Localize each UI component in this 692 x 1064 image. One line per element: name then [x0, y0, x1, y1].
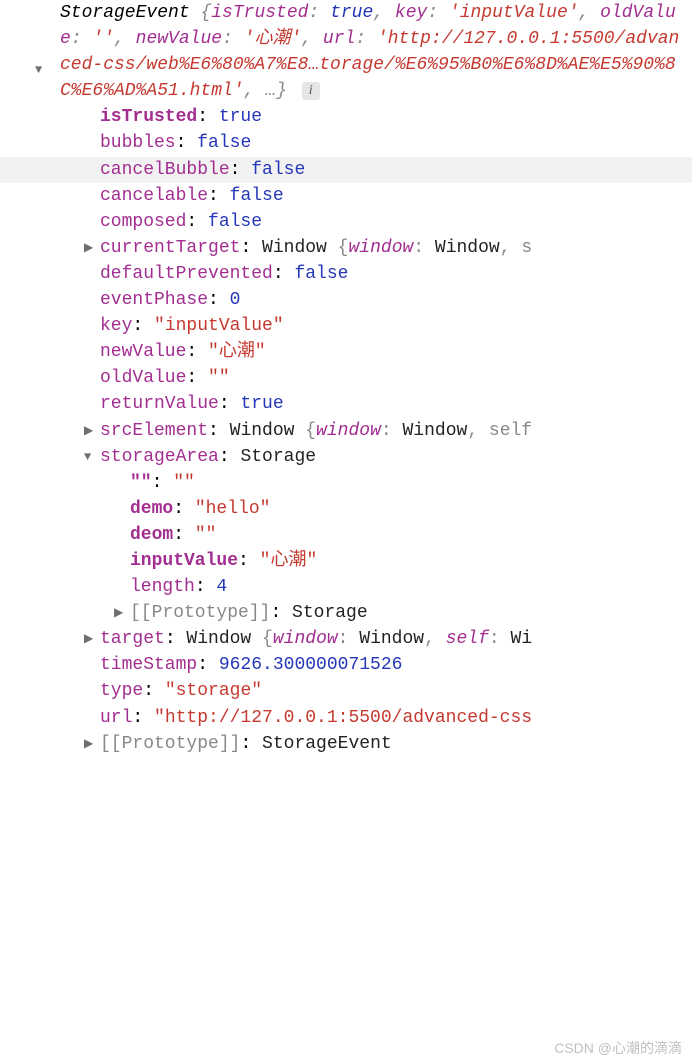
prop-returnValue[interactable]: returnValue: true: [100, 391, 692, 417]
prop-defaultPrevented[interactable]: defaultPrevented: false: [100, 261, 692, 287]
storage-inputValue[interactable]: inputValue: "心潮": [130, 548, 692, 574]
chevron-right-icon[interactable]: ▶: [84, 736, 98, 753]
class-name: StorageEvent: [60, 3, 190, 23]
storage-empty[interactable]: "": "": [130, 470, 692, 496]
prop-srcElement[interactable]: ▶srcElement: Window {window: Window, sel…: [100, 418, 692, 444]
console-output: ▼ StorageEvent {isTrusted: true, key: 'i…: [0, 0, 692, 757]
prop-currentTarget[interactable]: ▶currentTarget: Window {window: Window, …: [100, 235, 692, 261]
prop-url[interactable]: url: "http://127.0.0.1:5500/advanced-css: [100, 705, 692, 731]
storage-prototype[interactable]: ▶[[Prototype]]: Storage: [130, 600, 692, 626]
chevron-right-icon[interactable]: ▶: [84, 423, 98, 440]
chevron-right-icon[interactable]: ▶: [114, 605, 128, 622]
prop-newValue[interactable]: newValue: "心潮": [100, 339, 692, 365]
storage-demo[interactable]: demo: "hello": [130, 496, 692, 522]
chevron-right-icon[interactable]: ▶: [84, 631, 98, 648]
prop-isTrusted[interactable]: isTrusted: true: [100, 104, 692, 130]
prop-timeStamp[interactable]: timeStamp: 9626.300000071526: [100, 652, 692, 678]
storage-deom[interactable]: deom: "": [130, 522, 692, 548]
prop-cancelBubble[interactable]: cancelBubble: false: [0, 157, 692, 183]
object-summary[interactable]: ▼ StorageEvent {isTrusted: true, key: 'i…: [0, 0, 692, 104]
chevron-right-icon[interactable]: ▶: [84, 240, 98, 257]
expand-arrow-icon[interactable]: ▼: [35, 62, 42, 79]
prop-target[interactable]: ▶target: Window {window: Window, self: W…: [100, 626, 692, 652]
prop-eventPhase[interactable]: eventPhase: 0: [100, 287, 692, 313]
chevron-down-icon[interactable]: ▼: [84, 449, 98, 466]
prop-bubbles[interactable]: bubbles: false: [100, 130, 692, 156]
prop-type[interactable]: type: "storage": [100, 678, 692, 704]
prop-composed[interactable]: composed: false: [100, 209, 692, 235]
info-icon[interactable]: i: [302, 82, 320, 100]
storage-area-content: "": "" demo: "hello" deom: "" inputValue…: [100, 470, 692, 627]
prop-cancelable[interactable]: cancelable: false: [100, 183, 692, 209]
prop-prototype[interactable]: ▶[[Prototype]]: StorageEvent: [100, 731, 692, 757]
prop-storageArea[interactable]: ▼storageArea: Storage: [100, 444, 692, 470]
prop-key[interactable]: key: "inputValue": [100, 313, 692, 339]
prop-oldValue[interactable]: oldValue: "": [100, 365, 692, 391]
watermark: CSDN @心潮的滴滴: [554, 1038, 682, 1058]
storage-length[interactable]: length: 4: [130, 574, 692, 600]
property-list: isTrusted: true bubbles: false cancelBub…: [0, 104, 692, 756]
